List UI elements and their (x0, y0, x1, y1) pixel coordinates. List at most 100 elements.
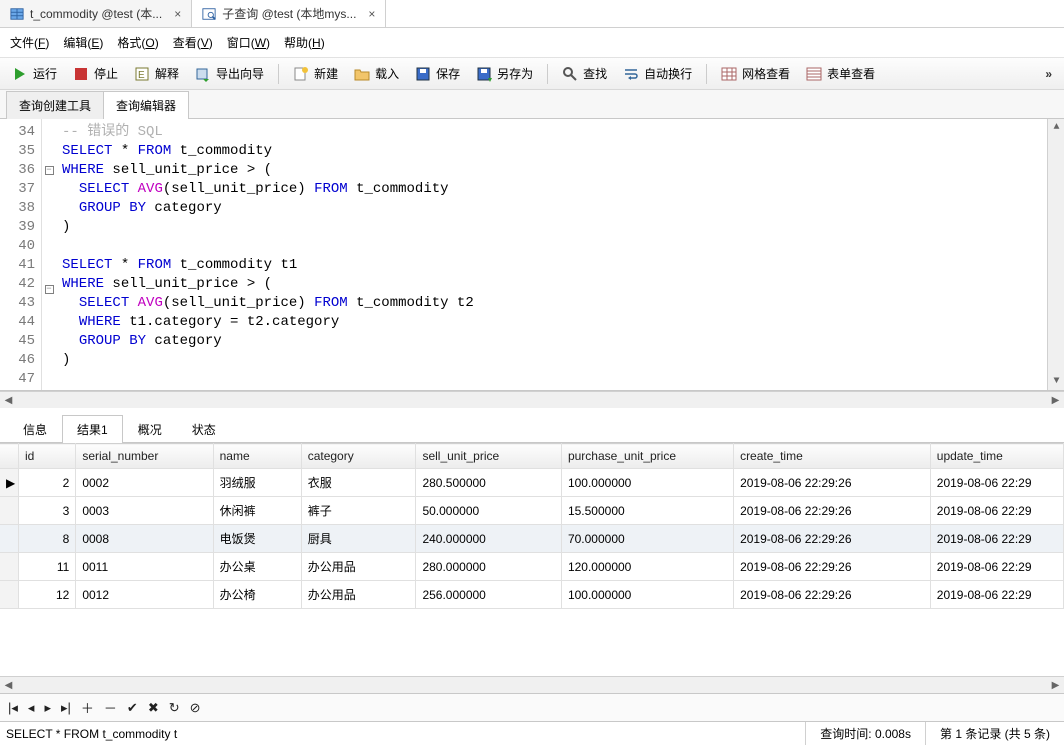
stop-button[interactable]: 停止 (67, 62, 124, 85)
result-tab-status[interactable]: 状态 (177, 415, 231, 443)
sql-editor[interactable]: 3435363738394041424344454647 −− -- 错误的 S… (0, 119, 1064, 391)
menu-file[interactable]: 文件(F) (10, 34, 49, 51)
editor-horizontal-scrollbar[interactable]: ◀ ▶ (0, 391, 1064, 408)
menu-format[interactable]: 格式(O) (117, 34, 158, 51)
cell[interactable]: 厨具 (301, 525, 416, 553)
cell[interactable]: 280.000000 (416, 553, 561, 581)
column-header[interactable]: update_time (930, 444, 1063, 469)
cell[interactable]: 256.000000 (416, 581, 561, 609)
nav-next-icon[interactable]: ▸ (44, 700, 51, 716)
cell[interactable]: 2019-08-06 22:29:26 (734, 469, 931, 497)
column-header[interactable]: id (18, 444, 75, 469)
result-tab-info[interactable]: 信息 (8, 415, 62, 443)
cell[interactable]: 裤子 (301, 497, 416, 525)
cell[interactable]: 2019-08-06 22:29:26 (734, 525, 931, 553)
cell[interactable]: 70.000000 (561, 525, 733, 553)
table-row[interactable]: 120012办公椅办公用品256.000000100.0000002019-08… (0, 581, 1064, 609)
wrap-button[interactable]: 自动换行 (617, 62, 698, 85)
column-header[interactable]: sell_unit_price (416, 444, 561, 469)
cell[interactable]: 0008 (76, 525, 213, 553)
save-button[interactable]: 保存 (409, 62, 466, 85)
cell[interactable]: 2019-08-06 22:29 (930, 581, 1063, 609)
load-button[interactable]: 载入 (348, 62, 405, 85)
nav-stop-icon[interactable]: ⊘ (190, 700, 201, 716)
export-button[interactable]: 导出向导 (189, 62, 270, 85)
column-header[interactable]: name (213, 444, 301, 469)
cell[interactable]: 电饭煲 (213, 525, 301, 553)
column-header[interactable]: purchase_unit_price (561, 444, 733, 469)
cell[interactable]: 100.000000 (561, 469, 733, 497)
cell[interactable]: 120.000000 (561, 553, 733, 581)
code-area[interactable]: -- 错误的 SQLSELECT * FROM t_commodityWHERE… (56, 119, 1047, 390)
close-icon[interactable]: × (168, 7, 181, 21)
subtab-editor[interactable]: 查询编辑器 (103, 91, 189, 119)
cell[interactable]: 100.000000 (561, 581, 733, 609)
nav-prev-icon[interactable]: ◂ (28, 700, 35, 716)
toolbar-overflow[interactable]: » (1039, 67, 1058, 81)
cell[interactable]: 2019-08-06 22:29 (930, 553, 1063, 581)
scroll-right-icon[interactable]: ▶ (1047, 677, 1064, 694)
cell[interactable]: 240.000000 (416, 525, 561, 553)
scroll-down-icon[interactable]: ▼ (1048, 373, 1064, 390)
column-header[interactable]: category (301, 444, 416, 469)
vertical-scrollbar[interactable]: ▲ ▼ (1047, 119, 1064, 390)
scroll-left-icon[interactable]: ◀ (0, 677, 17, 694)
result-tab-result1[interactable]: 结果1 (62, 415, 123, 443)
close-icon[interactable]: × (362, 7, 375, 21)
cell[interactable]: 8 (18, 525, 75, 553)
cell[interactable]: 2019-08-06 22:29 (930, 469, 1063, 497)
nav-refresh-icon[interactable]: ↻ (169, 700, 180, 716)
nav-cancel-icon[interactable]: ✖ (148, 700, 159, 716)
cell[interactable]: 2019-08-06 22:29:26 (734, 581, 931, 609)
cell[interactable]: 12 (18, 581, 75, 609)
cell[interactable]: 0011 (76, 553, 213, 581)
result-tab-profile[interactable]: 概况 (123, 415, 177, 443)
nav-commit-icon[interactable]: ✔ (127, 700, 138, 716)
nav-delete-icon[interactable]: － (104, 698, 117, 717)
doc-tab-2[interactable]: 子查询 @test (本地mys... × (192, 0, 386, 27)
cell[interactable]: 0003 (76, 497, 213, 525)
scroll-up-icon[interactable]: ▲ (1048, 119, 1064, 136)
cell[interactable]: 休闲裤 (213, 497, 301, 525)
new-button[interactable]: 新建 (287, 62, 344, 85)
table-row[interactable]: 30003休闲裤裤子50.00000015.500000 2019-08-06 2… (0, 497, 1064, 525)
table-row[interactable]: 110011办公桌办公用品280.000000120.0000002019-08… (0, 553, 1064, 581)
doc-tab-1[interactable]: t_commodity @test (本... × (0, 0, 192, 27)
cell[interactable]: 2019-08-06 22:29:26 (734, 553, 931, 581)
cell[interactable]: 280.500000 (416, 469, 561, 497)
result-table[interactable]: idserial_numbernamecategorysell_unit_pri… (0, 443, 1064, 609)
gridview-button[interactable]: 网格查看 (715, 62, 796, 85)
cell[interactable]: 羽绒服 (213, 469, 301, 497)
run-button[interactable]: 运行 (6, 62, 63, 85)
menu-view[interactable]: 查看(V) (173, 34, 213, 51)
nav-add-icon[interactable]: ＋ (81, 698, 94, 717)
find-button[interactable]: 查找 (556, 62, 613, 85)
column-header[interactable]: serial_number (76, 444, 213, 469)
cell[interactable]: 衣服 (301, 469, 416, 497)
explain-button[interactable]: E 解释 (128, 62, 185, 85)
nav-last-icon[interactable]: ▸| (61, 700, 71, 716)
fold-gutter[interactable]: −− (42, 119, 56, 390)
cell[interactable]: 2019-08-06 22:29 (930, 525, 1063, 553)
fold-toggle-icon[interactable]: − (45, 285, 54, 294)
cell[interactable]: 0012 (76, 581, 213, 609)
cell[interactable]: 办公桌 (213, 553, 301, 581)
cell[interactable]: 办公椅 (213, 581, 301, 609)
column-header[interactable]: create_time (734, 444, 931, 469)
cell[interactable]: 50.000000 (416, 497, 561, 525)
table-row[interactable]: 80008电饭煲厨具240.00000070.0000002019-08-06 … (0, 525, 1064, 553)
saveas-button[interactable]: 另存为 (470, 62, 539, 85)
cell[interactable]: 3 (18, 497, 75, 525)
menu-help[interactable]: 帮助(H) (284, 34, 325, 51)
fold-toggle-icon[interactable]: − (45, 166, 54, 175)
menu-edit[interactable]: 编辑(E) (63, 34, 103, 51)
cell[interactable]: 11 (18, 553, 75, 581)
cell[interactable]: 15.500000 (561, 497, 733, 525)
cell[interactable]: 2019-08-06 22:29 (930, 497, 1063, 525)
subtab-builder[interactable]: 查询创建工具 (6, 91, 104, 119)
scroll-right-icon[interactable]: ▶ (1047, 392, 1064, 409)
menu-window[interactable]: 窗口(W) (227, 34, 270, 51)
cell[interactable]: 0002 (76, 469, 213, 497)
cell[interactable]: 2 (18, 469, 75, 497)
grid-horizontal-scrollbar[interactable]: ◀ ▶ (0, 676, 1064, 693)
